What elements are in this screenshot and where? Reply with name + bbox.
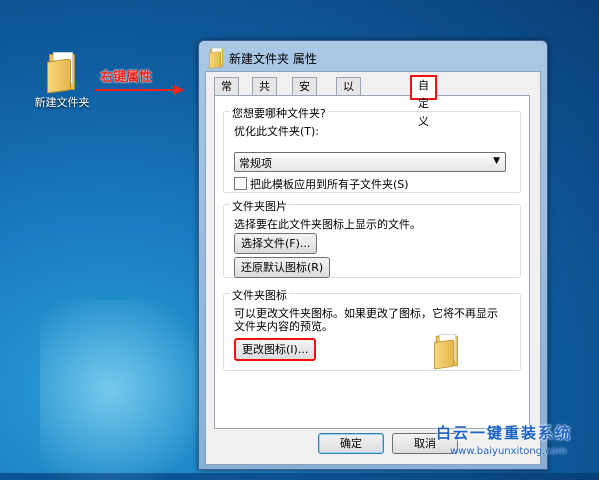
optimize-label: 优化此文件夹(T):	[234, 125, 320, 138]
chevron-down-icon: ▼	[493, 156, 500, 166]
desktop-folder-label: 新建文件夹	[34, 96, 90, 109]
ok-button[interactable]: 确定	[318, 433, 384, 454]
choose-file-button[interactable]: 选择文件(F)...	[234, 233, 318, 254]
optimize-group: 您想要哪种文件夹? 优化此文件夹(T): 常规项 ▼ 把此模板应用到所有子文件夹…	[223, 105, 521, 193]
change-icon-button[interactable]: 更改图标(I)...	[234, 338, 317, 361]
folder-icon	[47, 52, 77, 94]
window-title: 新建文件夹 属性	[229, 52, 317, 66]
tab-security[interactable]: 安全	[292, 77, 317, 111]
apply-subfolders-checkbox[interactable]	[234, 177, 247, 190]
folder-icon	[209, 48, 224, 69]
folder-picture-group: 文件夹图片 选择要在此文件夹图标上显示的文件。 选择文件(F)... 还原默认图…	[223, 198, 521, 278]
optimize-group-title: 您想要哪种文件夹?	[230, 105, 328, 121]
optimize-select[interactable]: 常规项 ▼	[234, 152, 506, 172]
watermark-text: 白云一键重装系统	[436, 424, 573, 442]
folder-preview-icon	[434, 334, 460, 370]
tab-customize[interactable]: 自定义	[410, 75, 437, 128]
watermark: 白云一键重装系统 www.baiyunxitong.com	[436, 422, 596, 468]
dialog-client: 常规 共享 安全 以前的版本 自定义 您想要哪种文件夹? 优化此文件夹(T): …	[205, 71, 541, 465]
optimize-select-value: 常规项	[239, 157, 272, 170]
customize-panel: 您想要哪种文件夹? 优化此文件夹(T): 常规项 ▼ 把此模板应用到所有子文件夹…	[214, 95, 530, 429]
folder-picture-description: 选择要在此文件夹图标上显示的文件。	[234, 218, 421, 231]
tab-previous-versions[interactable]: 以前的版本	[336, 77, 361, 165]
folder-icon-group-title: 文件夹图标	[230, 287, 289, 303]
folder-icon-group: 文件夹图标 可以更改文件夹图标。如果更改了图标，它将不再显示 文件夹内容的预览。…	[223, 287, 521, 371]
annotation-arrow-icon	[95, 85, 185, 95]
apply-subfolders-label: 把此模板应用到所有子文件夹(S)	[250, 178, 409, 191]
title-bar[interactable]: 新建文件夹 属性	[199, 41, 547, 71]
tab-sharing[interactable]: 共享	[252, 77, 277, 111]
desktop-folder[interactable]: 新建文件夹	[28, 52, 96, 110]
properties-window: 新建文件夹 属性 常规 共享 安全 以前的版本 自定义 您想要哪种文件夹? 优化…	[198, 40, 548, 470]
folder-icon-description-line2: 文件夹内容的预览。	[234, 320, 333, 333]
annotation-label: 右键属性	[100, 70, 153, 85]
restore-default-button[interactable]: 还原默认图标(R)	[234, 257, 331, 278]
tab-general[interactable]: 常规	[214, 77, 239, 111]
watermark-url: www.baiyunxitong.com	[450, 446, 567, 457]
folder-picture-group-title: 文件夹图片	[230, 198, 289, 214]
